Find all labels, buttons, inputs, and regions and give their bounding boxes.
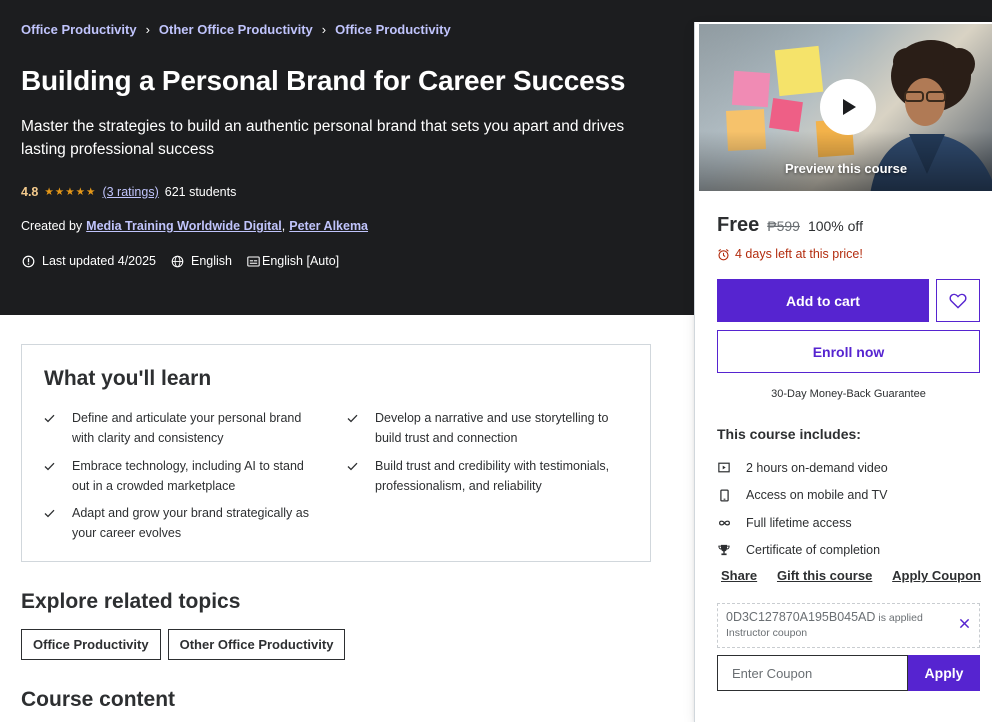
coupon-code-line: 0D3C127870A195B045AD is applied: [726, 610, 971, 624]
course-language: English: [191, 254, 232, 268]
globe-icon: [170, 254, 184, 268]
related-topics: Office Productivity Other Office Product…: [21, 629, 352, 660]
ratings-count-link[interactable]: (3 ratings): [102, 185, 158, 199]
topic-button[interactable]: Other Office Productivity: [167, 629, 346, 660]
students-count: 621 students: [164, 185, 237, 199]
discount-percent: 100% off: [807, 218, 863, 234]
breadcrumb: Office Productivity › Other Office Produ…: [21, 22, 451, 37]
add-to-cart-button[interactable]: Add to cart: [717, 279, 929, 322]
course-subtitle: Master the strategies to build an authen…: [21, 118, 625, 158]
money-back-guarantee: 30-Day Money-Back Guarantee: [771, 388, 926, 400]
trophy-icon: [717, 544, 731, 556]
course-title: Building a Personal Brand for Career Suc…: [21, 65, 626, 96]
topic-button[interactable]: Office Productivity: [21, 629, 161, 660]
include-text: 2 hours on-demand video: [746, 460, 888, 475]
price-timer: 4 days left at this price!: [717, 247, 863, 261]
sticky-note: [769, 98, 803, 132]
what-you-will-learn: What you'll learn Define and articulate …: [21, 344, 651, 562]
check-icon: [44, 503, 56, 543]
course-content-title: Course content: [21, 688, 176, 711]
alarm-clock-icon: [717, 248, 730, 261]
alert-badge-icon: [21, 254, 35, 268]
breadcrumb-item[interactable]: Other Office Productivity: [159, 22, 313, 37]
heart-icon: [949, 293, 967, 309]
learn-item-text: Develop a narrative and use storytelling…: [375, 411, 609, 445]
learn-item-text: Embrace technology, including AI to stan…: [72, 459, 304, 493]
share-row: Share Gift this course Apply Coupon: [721, 568, 981, 583]
breadcrumb-item[interactable]: Office Productivity: [335, 22, 451, 37]
sticky-note: [731, 70, 771, 108]
include-text: Full lifetime access: [746, 515, 852, 530]
breadcrumb-item[interactable]: Office Productivity: [21, 22, 137, 37]
learn-title: What you'll learn: [44, 367, 212, 390]
play-button-icon[interactable]: [820, 79, 876, 135]
instructor-link[interactable]: Media Training Worldwide Digital: [86, 219, 282, 233]
course-meta: Last updated 4/2025 English English [Aut…: [21, 254, 339, 268]
coupon-code: 0D3C127870A195B045AD: [726, 610, 876, 624]
learn-item-text: Define and articulate your personal bran…: [72, 411, 302, 445]
course-preview[interactable]: Preview this course: [699, 24, 992, 191]
infinity-icon: [717, 519, 731, 527]
sticky-note: [774, 45, 824, 97]
applied-coupon: 0D3C127870A195B045AD is applied Instructo…: [717, 603, 980, 648]
last-updated: Last updated 4/2025: [42, 254, 156, 268]
includes-list: 2 hours on-demand video Access on mobile…: [717, 454, 980, 564]
mobile-icon: [717, 489, 731, 502]
learn-item: Define and articulate your personal bran…: [44, 408, 314, 448]
created-by-label: Created by: [21, 219, 83, 233]
check-icon: [44, 456, 56, 496]
coupon-note: Instructor coupon: [726, 627, 808, 639]
list-item: 2 hours on-demand video: [717, 454, 980, 482]
original-price: ₱599: [767, 218, 800, 234]
share-button[interactable]: Share: [721, 568, 757, 583]
wishlist-button[interactable]: [936, 279, 980, 322]
preview-label: Preview this course: [784, 161, 908, 176]
list-item: Certificate of completion: [717, 537, 980, 565]
check-icon: [347, 456, 359, 496]
list-item: Full lifetime access: [717, 509, 980, 537]
video-icon: [717, 462, 731, 473]
rating-value: 4.8: [21, 185, 39, 199]
learn-item: Adapt and grow your brand strategically …: [44, 503, 314, 543]
captions-icon: [246, 254, 260, 268]
course-captions: English [Auto]: [262, 254, 340, 268]
includes-title: This course includes:: [717, 426, 861, 442]
chevron-right-icon: ›: [145, 22, 150, 37]
star-rating-icon: ★★★★★: [44, 186, 97, 198]
chevron-right-icon: ›: [321, 22, 327, 37]
apply-coupon-button[interactable]: Apply Coupon: [892, 568, 981, 583]
price-row: Free ₱599 100% off: [717, 214, 863, 237]
instructor-link[interactable]: Peter Alkema: [289, 219, 368, 233]
apply-button[interactable]: Apply: [908, 655, 980, 691]
learn-item: Embrace technology, including AI to stan…: [44, 456, 314, 496]
explore-title: Explore related topics: [21, 590, 241, 613]
close-icon[interactable]: [959, 618, 970, 629]
gift-course-button[interactable]: Gift this course: [777, 568, 872, 583]
check-icon: [347, 408, 359, 448]
check-icon: [44, 408, 56, 448]
timer-text: 4 days left at this price!: [735, 247, 863, 261]
coupon-input[interactable]: [717, 655, 908, 691]
include-text: Access on mobile and TV: [746, 488, 888, 503]
created-by: Created by Media Training Worldwide Digi…: [21, 219, 368, 233]
include-text: Certificate of completion: [746, 543, 881, 558]
current-price: Free: [717, 214, 760, 236]
learn-item: Develop a narrative and use storytelling…: [347, 408, 617, 448]
learn-item-text: Build trust and credibility with testimo…: [375, 459, 610, 493]
enroll-now-button[interactable]: Enroll now: [717, 330, 980, 373]
purchase-sidebar: Preview this course Free ₱599 100% off 4…: [694, 22, 992, 722]
list-item: Access on mobile and TV: [717, 482, 980, 510]
instructor-separator: ,: [281, 219, 286, 233]
learn-item-text: Adapt and grow your brand strategically …: [72, 506, 309, 540]
rating-row: 4.8 ★★★★★ (3 ratings) 621 students: [21, 185, 236, 199]
learn-item: Build trust and credibility with testimo…: [347, 456, 617, 496]
coupon-applied-text: is applied: [878, 612, 923, 624]
